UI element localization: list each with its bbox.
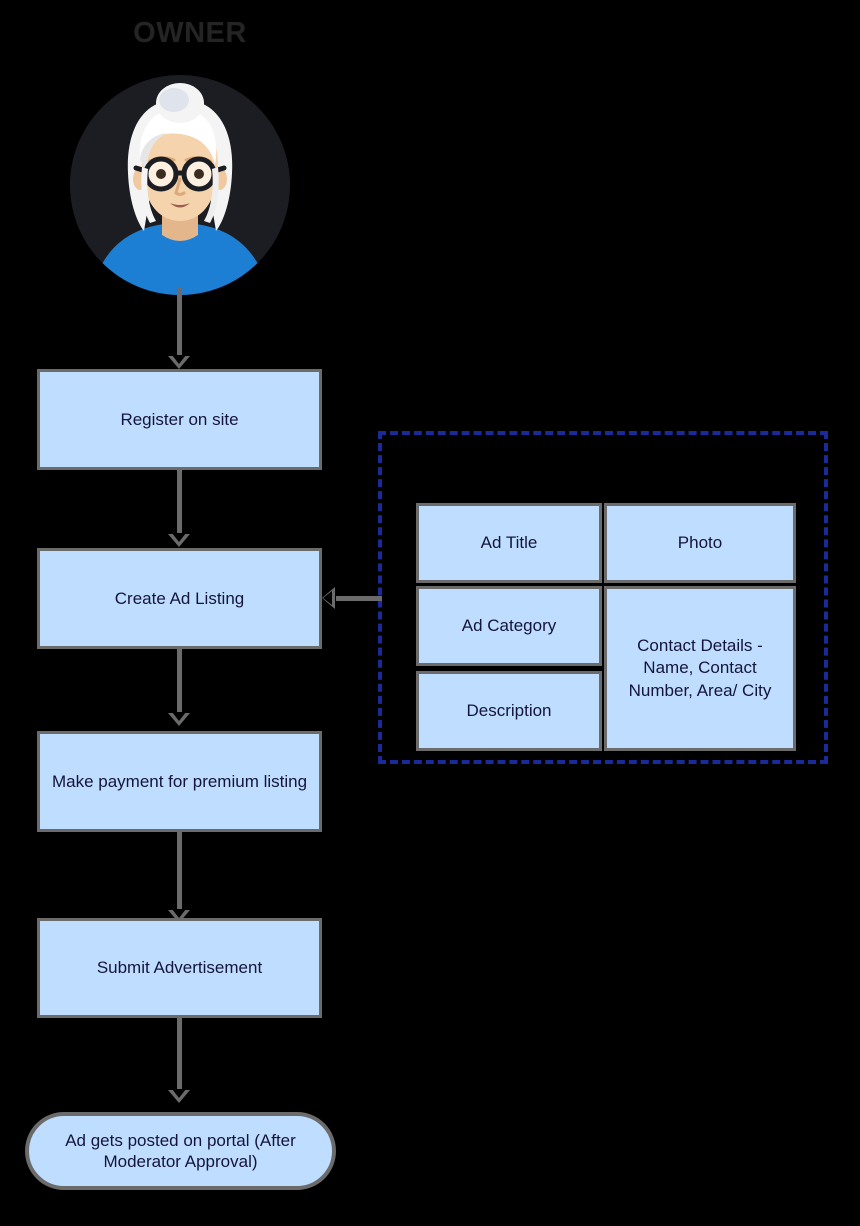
connector-submit-to-posted: [177, 1018, 182, 1094]
arrowhead-register-to-create-ad: [168, 533, 190, 547]
flow-node-create-ad[interactable]: Create Ad Listing: [37, 548, 322, 649]
flow-node-payment-label: Make payment for premium listing: [51, 771, 308, 791]
arrowhead-owner-to-register: [168, 355, 190, 369]
avatar-illustration: [70, 75, 290, 295]
arrowhead-details-to-create-ad: [322, 587, 335, 609]
detail-cell-ad-category-label: Ad Category: [461, 615, 557, 635]
ad-details-grid: Ad Title Photo Ad Category Contact Detai…: [416, 503, 796, 751]
detail-cell-description[interactable]: Description: [416, 671, 602, 751]
diagram-canvas: OWNER Register on site Create Ad Listing…: [0, 0, 860, 1226]
elderly-woman-avatar: [70, 75, 290, 295]
flow-node-register[interactable]: Register on site: [37, 369, 322, 470]
detail-cell-ad-title-label: Ad Title: [480, 532, 538, 552]
flow-node-payment[interactable]: Make payment for premium listing: [37, 731, 322, 832]
detail-cell-photo[interactable]: Photo: [604, 503, 796, 583]
detail-cell-contact-details[interactable]: Contact Details - Name, Contact Number, …: [604, 586, 796, 751]
arrowhead-create-ad-to-payment: [168, 712, 190, 726]
detail-cell-ad-title[interactable]: Ad Title: [416, 503, 602, 583]
flow-node-register-label: Register on site: [120, 409, 239, 429]
detail-cell-ad-category[interactable]: Ad Category: [416, 586, 602, 666]
connector-payment-to-submit: [177, 832, 182, 914]
flow-node-create-ad-label: Create Ad Listing: [114, 588, 245, 608]
flow-node-submit[interactable]: Submit Advertisement: [37, 918, 322, 1018]
actor-label-owner: OWNER: [133, 17, 247, 49]
flow-node-submit-label: Submit Advertisement: [96, 958, 263, 978]
flow-node-ad-posted-label: Ad gets posted on portal (After Moderato…: [65, 1130, 296, 1171]
detail-cell-description-label: Description: [466, 700, 552, 720]
flow-node-ad-posted[interactable]: Ad gets posted on portal (After Moderato…: [25, 1112, 336, 1190]
detail-cell-contact-details-label: Contact Details - Name, Contact Number, …: [628, 636, 772, 700]
arrowhead-submit-to-posted: [168, 1089, 190, 1103]
detail-cell-photo-label: Photo: [677, 532, 723, 552]
connector-create-ad-to-payment: [177, 649, 182, 717]
connector-register-to-create-ad: [177, 470, 182, 538]
connector-owner-to-register: [177, 288, 182, 360]
connector-details-to-create-ad: [336, 596, 382, 601]
